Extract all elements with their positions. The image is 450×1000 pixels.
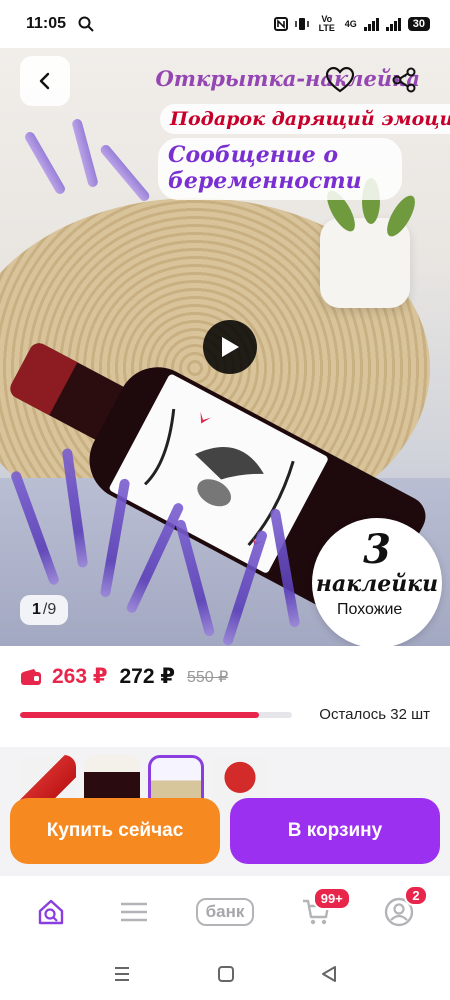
lavender-sprig (98, 142, 152, 204)
add-to-cart-button[interactable]: В корзину (230, 798, 440, 864)
system-nav-bar (0, 948, 450, 1000)
volte-label: Vo LTE (318, 14, 335, 33)
back-button[interactable] (20, 56, 70, 106)
sticker-count-number: 3 (363, 526, 391, 573)
heart-icon (326, 67, 354, 93)
net-type-label: 4G (344, 19, 357, 29)
product-page: 11:05 Vo LTE 4G 30 Открытка-наклейка Под… (0, 0, 450, 1000)
signal-icon (363, 17, 379, 31)
nfc-icon (273, 17, 288, 31)
lavender-sprig (23, 130, 67, 196)
old-price: 550 ₽ (186, 668, 229, 686)
menu-icon (121, 902, 148, 922)
search-icon (78, 16, 94, 32)
stock-progress-fill (20, 711, 260, 718)
cart-badge: 99+ (312, 887, 351, 910)
stock-row: Осталось 32 шт (20, 706, 430, 723)
signal-icon-2 (385, 17, 401, 31)
play-icon (222, 337, 239, 357)
similar-button[interactable]: Похожие (325, 593, 415, 627)
image-counter: 1 /9 (20, 595, 69, 625)
nav-home[interactable] (26, 887, 76, 937)
vibrate-icon (294, 18, 309, 30)
lavender-sprig (71, 117, 99, 189)
share-button[interactable] (386, 62, 422, 98)
play-video-button[interactable] (203, 320, 257, 374)
card-price: 263 ₽ (52, 665, 108, 688)
status-bar: 11:05 Vo LTE 4G 30 (0, 0, 450, 48)
recent-apps-icon[interactable] (112, 965, 132, 983)
profile-badge: 2 (404, 885, 428, 906)
home-search-icon (39, 899, 64, 925)
back-triangle-icon[interactable] (320, 965, 338, 983)
image-counter-current: 1 (32, 601, 41, 618)
nav-catalog[interactable] (109, 887, 159, 937)
hero-title-line2: Подарок дарящий эмоции! (160, 104, 450, 134)
nav-bank[interactable]: банк (192, 887, 258, 937)
battery-icon: 30 (407, 17, 430, 31)
wallet-icon (21, 668, 41, 685)
regular-price: 272 ₽ (119, 665, 175, 688)
status-time: 11:05 (26, 15, 67, 32)
buy-now-button[interactable]: Купить сейчас (10, 798, 220, 864)
favorite-button[interactable] (322, 62, 358, 98)
chevron-left-icon (39, 72, 50, 90)
hero-title-line3: Сообщение о беременности (158, 138, 402, 200)
bank-label: банк (195, 898, 255, 926)
hero-title-line1: Открытка-наклейка (155, 66, 420, 91)
nav-profile[interactable]: 2 (374, 885, 428, 937)
stock-remaining: Осталось 32 шт (319, 706, 430, 723)
bottom-nav: банк 99+ 2 (0, 876, 450, 948)
stock-progress-bar (20, 711, 292, 718)
share-icon (392, 67, 416, 93)
home-button-icon[interactable] (217, 965, 235, 983)
image-counter-total: /9 (42, 601, 57, 618)
action-buttons: Купить сейчас В корзину (10, 798, 440, 864)
price-row: 263 ₽ 272 ₽ 550 ₽ (20, 664, 430, 689)
nav-cart[interactable]: 99+ (291, 887, 351, 937)
